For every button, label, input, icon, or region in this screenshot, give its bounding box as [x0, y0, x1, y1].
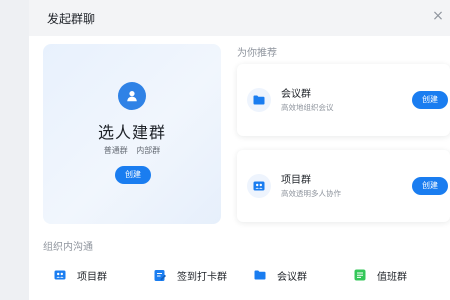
select-people-card[interactable]: 选人建群 普通群 内部群 创建: [43, 44, 221, 224]
recommend-card-project[interactable]: 项目群 高效透明多人协作 创建: [237, 150, 450, 222]
person-icon: [118, 82, 146, 110]
recommend-title: 项目群: [281, 175, 311, 186]
close-icon[interactable]: ×: [430, 8, 446, 24]
org-item-label: 签到打卡群: [177, 271, 227, 283]
recommend-subtitle: 高效透明多人协作: [281, 189, 341, 198]
org-item-duty-group[interactable]: 值班群: [353, 265, 407, 285]
create-group-button[interactable]: 创建: [115, 166, 151, 184]
checkin-icon: [153, 268, 167, 282]
recommend-title: 会议群: [281, 89, 311, 100]
org-item-label: 会议群: [277, 271, 307, 283]
recommend-card-meeting[interactable]: 会议群 高效地组织会议 创建: [237, 64, 450, 136]
start-group-chat-dialog: 发起群聊 × 选人建群 普通群 内部群 创建 为你推荐 会议群 高效地组织会议 …: [29, 0, 450, 300]
recommend-subtitle: 高效地组织会议: [281, 103, 334, 112]
org-item-label: 项目群: [77, 271, 107, 283]
team-icon: [53, 268, 67, 282]
background-window: [0, 0, 29, 300]
org-heading: 组织内沟通: [43, 242, 93, 253]
org-item-label: 值班群: [377, 271, 407, 283]
org-item-checkin-group[interactable]: 签到打卡群: [153, 265, 227, 285]
group-type-tags: 普通群 内部群: [43, 145, 221, 156]
dialog-title: 发起群聊: [47, 12, 96, 26]
select-people-title: 选人建群: [97, 123, 166, 142]
org-item-meeting-group[interactable]: 会议群: [253, 265, 307, 285]
org-item-project-group[interactable]: 项目群: [53, 265, 107, 285]
folder-icon: [247, 88, 271, 112]
create-meeting-group-button[interactable]: 创建: [412, 91, 448, 109]
recommend-heading: 为你推荐: [237, 48, 277, 59]
dialog-header: 发起群聊 ×: [29, 0, 450, 36]
duty-icon: [353, 268, 367, 282]
tag-internal-group: 内部群: [136, 146, 161, 155]
create-project-group-button[interactable]: 创建: [412, 177, 448, 195]
tag-normal-group: 普通群: [103, 146, 128, 155]
folder-icon: [253, 268, 267, 282]
team-icon: [247, 174, 271, 198]
